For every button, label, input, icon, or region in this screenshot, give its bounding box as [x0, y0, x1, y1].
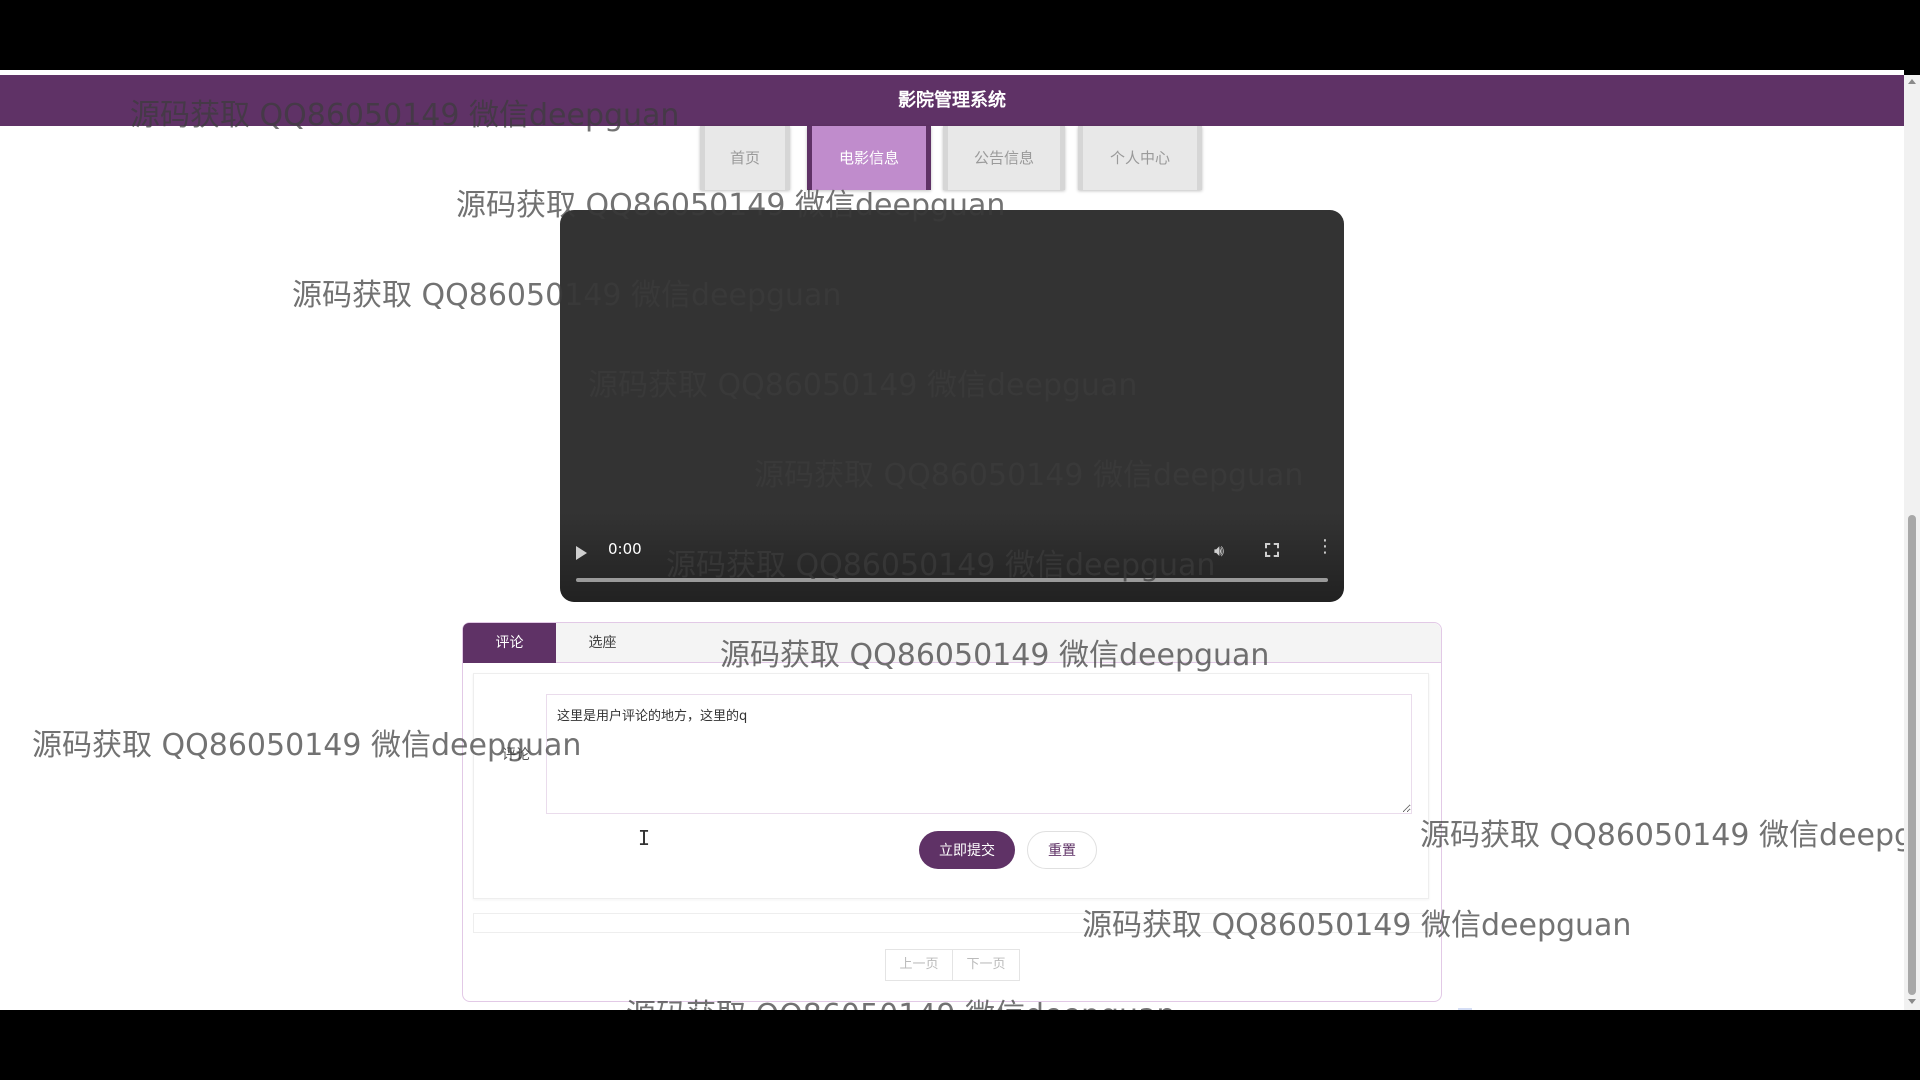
scroll-down-icon[interactable] [1908, 999, 1916, 1004]
text-cursor-icon: I [638, 826, 651, 850]
volume-icon[interactable]: 🔊︎ [1214, 541, 1224, 561]
site-header: 影院管理系统 [0, 75, 1904, 126]
prev-page-button[interactable]: 上一页 [885, 949, 953, 981]
tab-comment[interactable]: 评论 [463, 623, 556, 663]
screen: 影院管理系统 首页 电影信息 公告信息 个人中心 0:00 🔊︎ ⋮ 评论 选座… [0, 0, 1920, 1080]
video-time: 0:00 [608, 540, 642, 558]
comment-form: 评论 立即提交 重置 [473, 673, 1429, 899]
nav-item-home[interactable]: 首页 [700, 126, 790, 190]
watermark: 源码获取 QQ86050149 微信deepguan [1420, 818, 1904, 853]
play-icon[interactable] [576, 546, 587, 560]
comment-textarea[interactable] [546, 694, 1412, 814]
panel-tabs: 评论 选座 [463, 623, 1441, 663]
fullscreen-icon[interactable] [1265, 543, 1279, 557]
more-options-icon[interactable]: ⋮ [1316, 538, 1334, 556]
nav-item-profile[interactable]: 个人中心 [1078, 126, 1202, 190]
scrollbar-thumb[interactable] [1908, 515, 1916, 995]
tab-seat-select[interactable]: 选座 [556, 623, 649, 663]
browser-viewport: 影院管理系统 首页 电影信息 公告信息 个人中心 0:00 🔊︎ ⋮ 评论 选座… [0, 70, 1904, 1010]
scroll-up-icon[interactable] [1908, 79, 1916, 84]
video-progress-bar[interactable] [576, 578, 1328, 582]
next-page-button[interactable]: 下一页 [952, 949, 1020, 981]
page-scrollbar[interactable] [1904, 75, 1920, 1010]
nav-item-movies[interactable]: 电影信息 [807, 126, 931, 190]
nav-item-notices[interactable]: 公告信息 [943, 126, 1065, 190]
comment-list [473, 913, 1429, 933]
video-player[interactable]: 0:00 🔊︎ ⋮ [560, 210, 1344, 602]
decorative-arrow-icon [1458, 1008, 1472, 1010]
comment-label: 评论 [502, 747, 530, 763]
reset-button[interactable]: 重置 [1027, 831, 1097, 869]
site-title: 影院管理系统 [898, 90, 1006, 111]
video-controls-backdrop [560, 512, 1344, 602]
submit-button[interactable]: 立即提交 [919, 831, 1015, 869]
comment-panel: 评论 选座 评论 立即提交 重置 上一页 下一页 [462, 622, 1442, 1002]
